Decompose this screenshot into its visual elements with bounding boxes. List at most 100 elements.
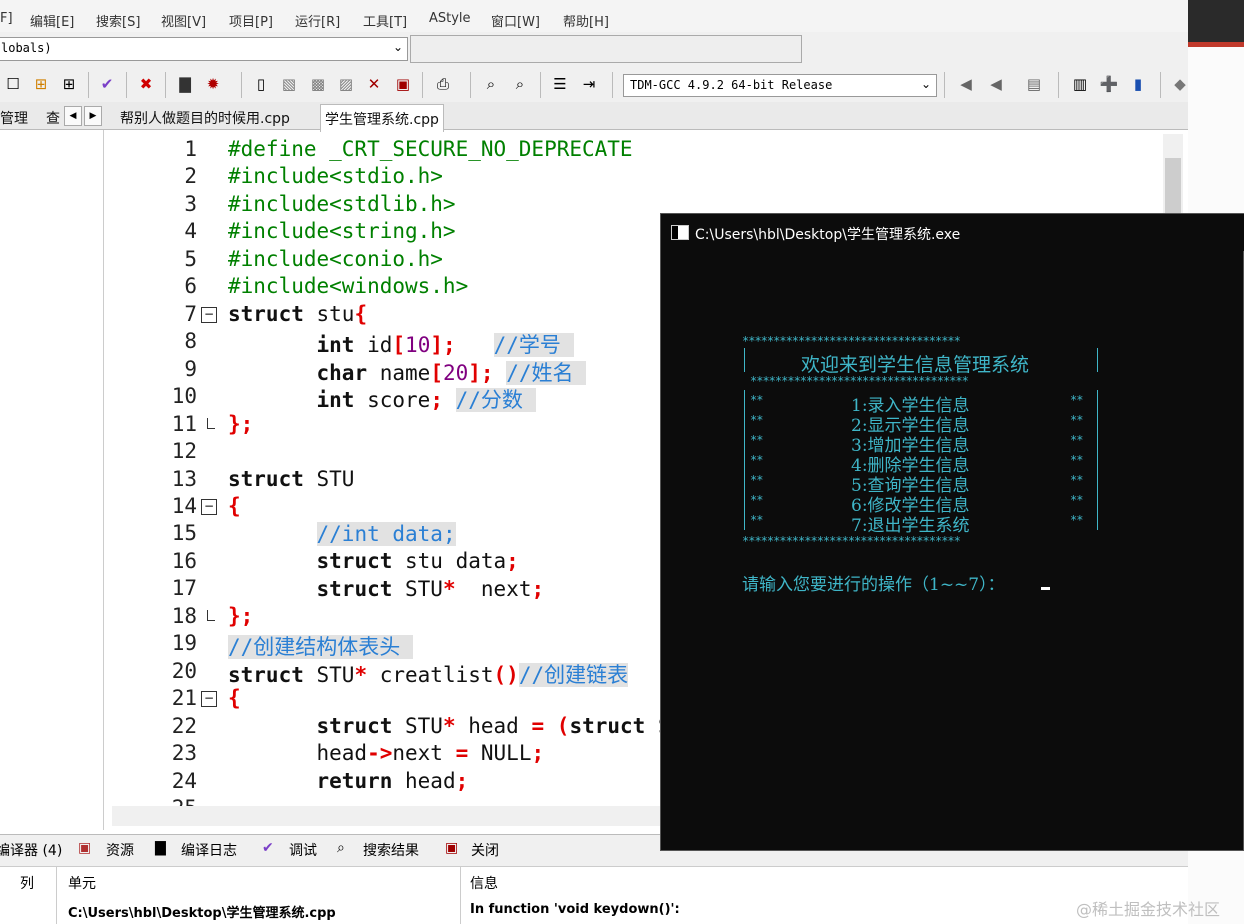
list-icon[interactable]: ☰ [550,74,570,94]
delete-icon[interactable]: ✖ [136,74,156,94]
grid-icon[interactable]: ⊞ [59,74,79,94]
menu-tools[interactable]: 工具[T] [363,11,407,30]
tab-resources[interactable]: 资源 [106,840,134,860]
toolbar-divider [241,72,242,98]
chevron-down-icon[interactable]: ⌄ [921,77,931,91]
code-line-18: }; [228,604,254,628]
compile-log-icon: ▇ [155,840,166,856]
check-icon[interactable]: ✔ [97,74,117,94]
line-number: 7 [184,301,197,326]
column-header-unit[interactable]: 单元 [68,873,96,893]
chevron-left-icon[interactable]: ◀ [64,106,82,126]
chart-icon[interactable]: ▇ [175,74,195,94]
message-info-cell[interactable]: In function 'void keydown()': [470,902,680,917]
menu-view[interactable]: 视图[V] [161,11,206,30]
compiler-select[interactable]: TDM-GCC 4.9.2 64-bit Release ⌄ [623,74,937,97]
gray-block-icon[interactable]: ▩ [308,74,328,94]
console-titlebar[interactable]: C:\Users\hbl\Desktop\学生管理系统.exe [661,214,1244,251]
console-row-mark-right: ** [1070,453,1083,467]
toolbar-divider [165,72,166,98]
page-icon[interactable]: ▯ [251,74,271,94]
code-line-6: #include<windows.h> [228,274,469,298]
tab-close[interactable]: 关闭 [471,840,499,860]
new-window-icon[interactable]: ☐ [3,74,23,94]
code-line-5: #include<conio.h> [228,247,443,271]
code-line-22: struct STU* head = (struct S [316,714,671,738]
line-number: 4 [184,219,197,244]
fold-toggle-icon[interactable]: − [201,691,217,707]
console-row-mark-right: ** [1070,393,1083,407]
menu-search[interactable]: 搜索[S] [96,11,140,30]
chevron-right-icon[interactable]: ▶ [84,106,102,126]
search-results-icon: ⌕ [337,840,345,856]
line-number: 23 [171,741,197,766]
menu-astyle[interactable]: AStyle [429,11,471,26]
menu-project[interactable]: 项目[P] [229,11,273,30]
indent-left-icon[interactable]: ◀ [956,74,976,94]
class-browser-icon[interactable]: ▮ [1128,74,1148,94]
toolbar-divider [470,72,471,98]
bug-icon[interactable]: ✹ [203,74,223,94]
toolbar-divider [1058,72,1059,98]
tab-search-results[interactable]: 搜索结果 [363,840,419,860]
line-number: 22 [171,713,197,738]
bookmark-icon[interactable]: ▤ [1024,74,1044,94]
tab-compile-log[interactable]: 编译日志 [181,840,237,860]
tab-debug[interactable]: 调试 [289,840,317,860]
replace-icon[interactable]: ⌕ [510,74,530,94]
code-line-15: //int data; [316,522,456,546]
column-header-info[interactable]: 信息 [470,873,498,893]
console-row-mark-right: ** [1070,433,1083,447]
scope-select[interactable]: lobals) ⌄ [0,37,408,61]
symbol-select[interactable] [410,35,802,63]
close-all-icon[interactable]: ▣ [393,74,413,94]
column-header-col[interactable]: 列 [20,873,34,893]
menu-window[interactable]: 窗口[W] [491,11,540,30]
menu-edit[interactable]: 编辑[E] [30,11,74,30]
line-number: 19 [171,631,197,656]
toolbar-overflow-icon[interactable]: ◆ [1170,74,1190,94]
menu-run[interactable]: 运行[R] [295,11,340,30]
code-line-10: int score; //分数 [316,388,536,412]
line-number: 20 [171,658,197,683]
line-number: 3 [184,191,197,216]
insert-icon[interactable]: ➕ [1099,74,1119,94]
console-prompt: 请输入您要进行的操作（1~~7）： [742,575,1005,595]
tab-file-1[interactable]: 帮别人做题目的时候用.cpp [116,104,294,134]
find-icon[interactable]: ⌕ [481,74,501,94]
menu-file[interactable]: F] [0,11,13,26]
code-line-1: #define _CRT_SECURE_NO_DEPRECATE [228,137,633,161]
console-row-mark-left: ** [750,413,763,427]
line-number: 11 [171,411,197,436]
indent-right-icon[interactable]: ◀ [986,74,1006,94]
text-cursor [1041,587,1050,590]
menu-help[interactable]: 帮助[H] [563,11,609,30]
goto-icon[interactable]: ⇥ [579,74,599,94]
toolbar-divider [944,72,945,98]
search-file-icon[interactable]: ▧ [279,74,299,94]
stack-icon[interactable]: ▨ [336,74,356,94]
tab-file-2-active[interactable]: 学生管理系统.cpp [320,104,444,135]
close-file-icon[interactable]: ✕ [364,74,384,94]
chevron-down-icon[interactable]: ⌄ [393,40,403,54]
code-line-2: #include<stdio.h> [228,164,443,188]
project-panel [0,130,104,830]
code-line-17: struct STU* next; [316,577,545,601]
line-number: 21 [171,686,197,711]
line-number: 12 [171,439,197,464]
scrollbar-thumb[interactable] [1165,158,1181,216]
tab-compiler[interactable]: 编译器 (4) [0,840,62,860]
layout-icon[interactable]: ⊞ [31,74,51,94]
line-number: 18 [171,603,197,628]
fold-end-marker [207,418,215,429]
fold-toggle-icon[interactable]: − [201,307,217,323]
console-row-mark-right: ** [1070,413,1083,427]
message-unit-cell[interactable]: C:\Users\hbl\Desktop\学生管理系统.cpp [68,902,336,921]
code-line-21: { [228,686,241,710]
resources-icon: ▣ [78,840,92,856]
fold-toggle-icon[interactable]: − [201,499,217,515]
line-number: 6 [184,274,197,299]
fold-end-marker [207,610,215,621]
new-project-icon[interactable]: ▥ [1070,74,1090,94]
print-icon[interactable]: ⎙ [433,74,453,94]
